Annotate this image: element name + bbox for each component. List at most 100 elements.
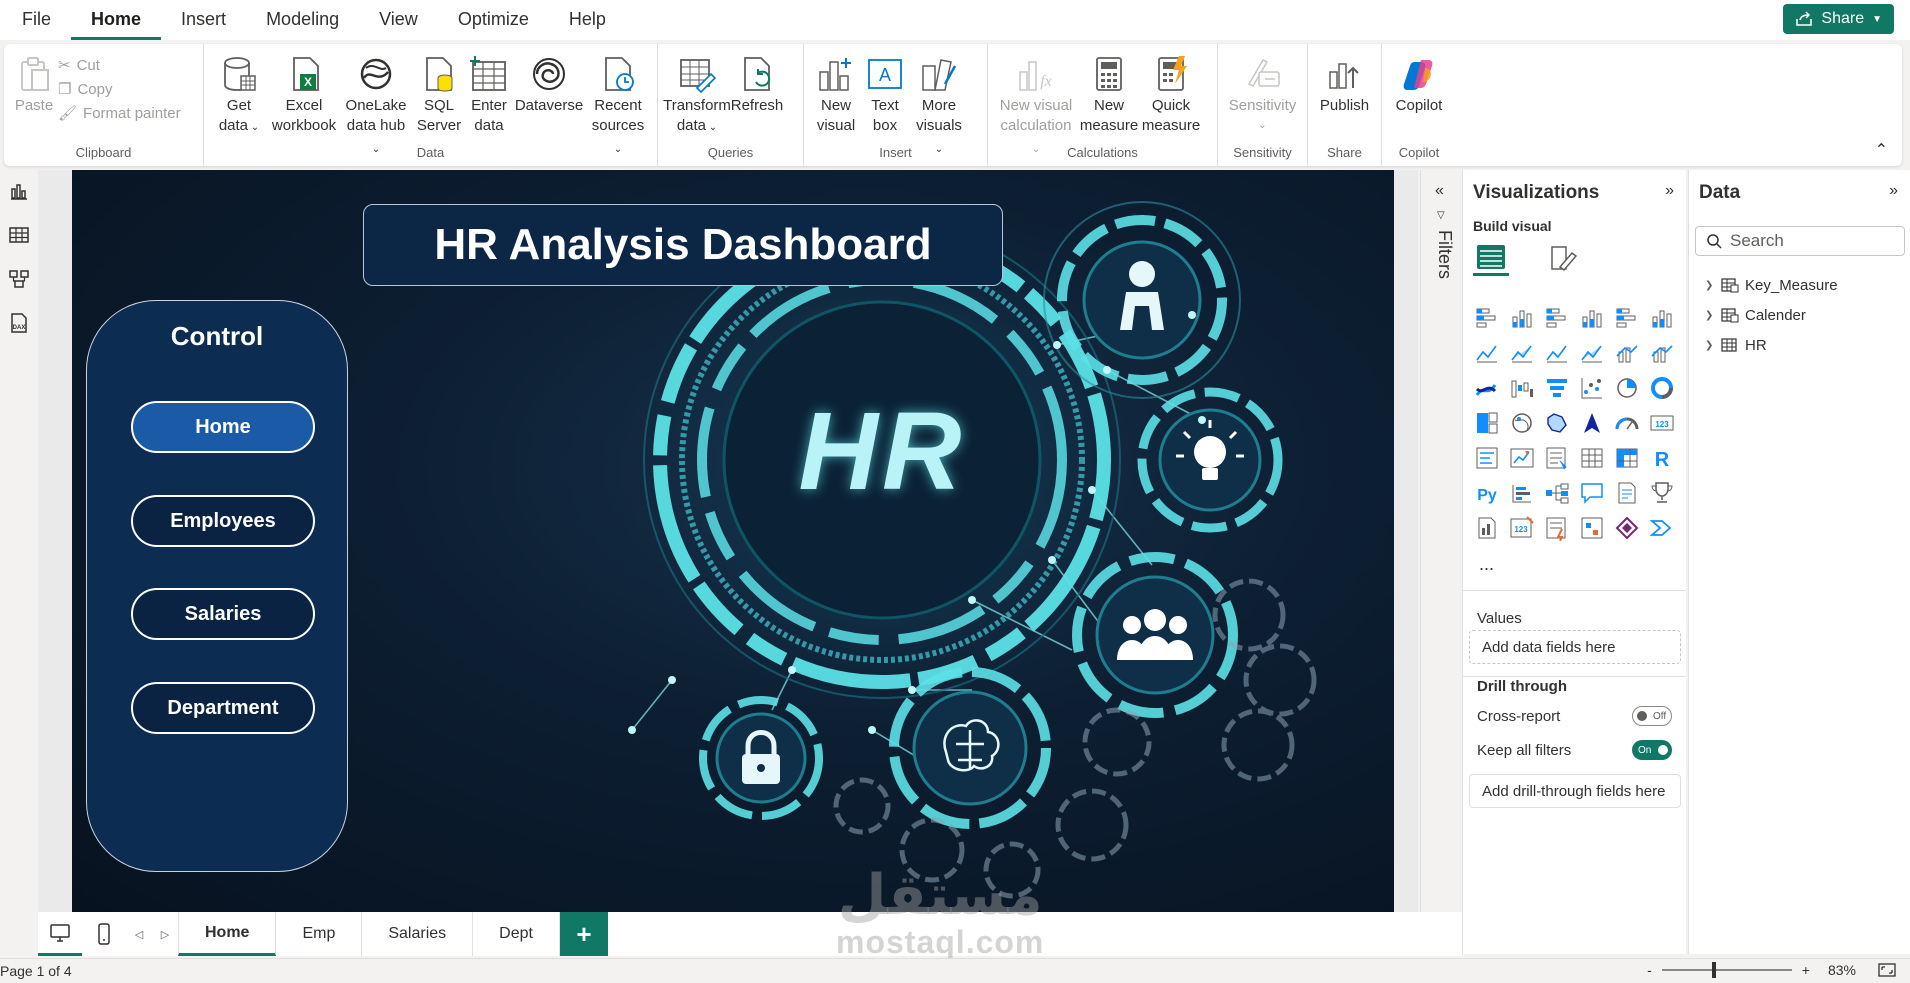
page-tab-emp[interactable]: Emp [276, 912, 363, 956]
filled-map-icon[interactable] [1543, 409, 1571, 437]
dax-query-view-icon[interactable]: DAX [8, 312, 30, 334]
nav-department-button[interactable]: Department [131, 682, 315, 734]
r-script-visual-icon[interactable]: R [1648, 444, 1676, 472]
tree-item-calender[interactable]: ❯ Calender [1705, 300, 1838, 330]
mobile-layout-icon[interactable] [82, 912, 126, 956]
table-visual-icon[interactable] [1578, 444, 1606, 472]
chevron-right-icon[interactable]: ❯ [1705, 310, 1715, 321]
menu-insert[interactable]: Insert [161, 0, 246, 40]
100-stacked-bar-chart-icon[interactable] [1613, 304, 1641, 332]
desktop-layout-icon[interactable] [38, 912, 82, 956]
expand-visualizations-icon[interactable]: » [1665, 182, 1674, 200]
paginated-report-icon[interactable] [1473, 514, 1501, 542]
waterfall-chart-icon[interactable] [1508, 374, 1536, 402]
values-drop-well[interactable]: Add data fields here [1469, 630, 1681, 664]
map-icon[interactable] [1508, 409, 1536, 437]
line-clustered-column-chart-icon[interactable] [1648, 339, 1676, 367]
page-tab-dept[interactable]: Dept [473, 912, 560, 956]
data-search-input[interactable]: Search [1695, 226, 1905, 256]
line-stacked-column-chart-icon[interactable] [1613, 339, 1641, 367]
build-visual-tab[interactable] [1473, 240, 1509, 276]
stacked-bar-chart-icon[interactable] [1473, 304, 1501, 332]
nav-home-button[interactable]: Home [131, 401, 315, 453]
zoom-in-button[interactable]: + [1802, 962, 1810, 978]
gauge-icon[interactable] [1613, 409, 1641, 437]
text-box-label-2: box [872, 117, 898, 134]
decomposition-tree-icon[interactable] [1543, 479, 1571, 507]
new-card-icon[interactable]: 123 [1508, 514, 1536, 542]
menu-file[interactable]: File [0, 0, 71, 40]
smart-narrative-icon[interactable] [1613, 479, 1641, 507]
table-view-icon[interactable] [8, 224, 30, 246]
copy-button[interactable]: ❐ Copy [58, 80, 181, 99]
tree-item-hr[interactable]: ❯ HR [1705, 330, 1838, 360]
line-chart-icon[interactable] [1473, 339, 1501, 367]
matrix-icon[interactable] [1613, 444, 1641, 472]
tree-item-key-measure[interactable]: ❯ Key_Measure [1705, 270, 1838, 300]
100-stacked-area-chart-icon[interactable] [1578, 339, 1606, 367]
pie-chart-icon[interactable] [1613, 374, 1641, 402]
collapse-filters-icon[interactable]: « [1435, 182, 1444, 200]
multi-row-card-icon[interactable] [1473, 444, 1501, 472]
card-icon[interactable]: 123 [1648, 409, 1676, 437]
report-page[interactable]: HR HR Analysis Dashboard Control Home Em… [72, 170, 1394, 912]
drill-through-drop-well[interactable]: Add drill-through fields here [1469, 774, 1681, 808]
area-chart-icon[interactable] [1508, 339, 1536, 367]
nav-employees-button[interactable]: Employees [131, 495, 315, 547]
clustered-bar-chart-icon[interactable] [1543, 304, 1571, 332]
donut-chart-icon[interactable] [1648, 374, 1676, 402]
model-view-icon[interactable] [8, 268, 30, 290]
clustered-column-chart-icon[interactable] [1578, 304, 1606, 332]
key-influencers-icon[interactable] [1508, 479, 1536, 507]
menu-help[interactable]: Help [549, 0, 626, 40]
azure-map-icon[interactable] [1578, 409, 1606, 437]
expand-data-icon[interactable]: » [1889, 182, 1898, 200]
page-tab-salaries[interactable]: Salaries [362, 912, 474, 956]
power-apps-icon[interactable] [1578, 514, 1606, 542]
scroll-right-icon[interactable]: ▷ [152, 912, 178, 956]
scroll-left-icon[interactable]: ◁ [126, 912, 152, 956]
format-visual-tab[interactable] [1545, 240, 1581, 276]
add-page-button[interactable]: + [559, 912, 608, 956]
nav-salaries-button[interactable]: Salaries [131, 588, 315, 640]
menu-home[interactable]: Home [71, 0, 162, 40]
chevron-right-icon[interactable]: ❯ [1705, 280, 1715, 291]
chevron-right-icon[interactable]: ❯ [1705, 340, 1715, 351]
zoom-slider[interactable] [1661, 962, 1792, 978]
power-automate-icon[interactable] [1613, 514, 1641, 542]
zoom-out-button[interactable]: - [1647, 962, 1652, 978]
stacked-area-chart-icon[interactable] [1543, 339, 1571, 367]
menu-modeling[interactable]: Modeling [246, 0, 359, 40]
collapse-ribbon-icon[interactable]: ⌃ [1875, 140, 1888, 160]
kpi-icon[interactable] [1508, 444, 1536, 472]
slicer-icon[interactable] [1543, 444, 1571, 472]
funnel-chart-icon[interactable] [1543, 374, 1571, 402]
ribbon-chart-icon[interactable] [1473, 374, 1501, 402]
text-box-icon: A [868, 59, 902, 89]
filters-pane[interactable]: « ▽ Filters [1420, 170, 1460, 912]
menu-view[interactable]: View [359, 0, 438, 40]
sensitivity-group: Sensitivity ⌄ Sensitivity [1218, 44, 1308, 166]
stacked-column-chart-icon[interactable] [1508, 304, 1536, 332]
python-visual-icon[interactable]: Py [1473, 479, 1501, 507]
keep-all-filters-toggle[interactable]: On [1632, 740, 1672, 760]
scatter-chart-icon[interactable] [1578, 374, 1606, 402]
treemap-icon[interactable] [1473, 409, 1501, 437]
share-button[interactable]: Share ▼ [1783, 4, 1894, 34]
cut-button[interactable]: ✂ Cut [58, 56, 181, 75]
format-painter-button[interactable]: 🖌 Format painter [58, 104, 181, 123]
cross-report-toggle[interactable]: Off [1632, 706, 1672, 726]
100-stacked-column-chart-icon[interactable] [1648, 304, 1676, 332]
menu-optimize[interactable]: Optimize [438, 0, 549, 40]
zoom-slider-thumb[interactable] [1711, 962, 1716, 978]
report-view-icon[interactable] [8, 180, 30, 202]
new-measure-label-1: New [1093, 97, 1124, 114]
new-slicer-icon[interactable] [1543, 514, 1571, 542]
qna-icon[interactable] [1578, 479, 1606, 507]
fit-to-page-icon[interactable] [1878, 963, 1896, 977]
metrics-icon[interactable] [1648, 479, 1676, 507]
page-tab-home[interactable]: Home [178, 912, 277, 956]
chevron-down-icon: ⌄ [1258, 120, 1267, 131]
more-visuals-ellipsis[interactable]: ... [1479, 554, 1494, 575]
narrative-arrow-icon[interactable] [1648, 514, 1676, 542]
